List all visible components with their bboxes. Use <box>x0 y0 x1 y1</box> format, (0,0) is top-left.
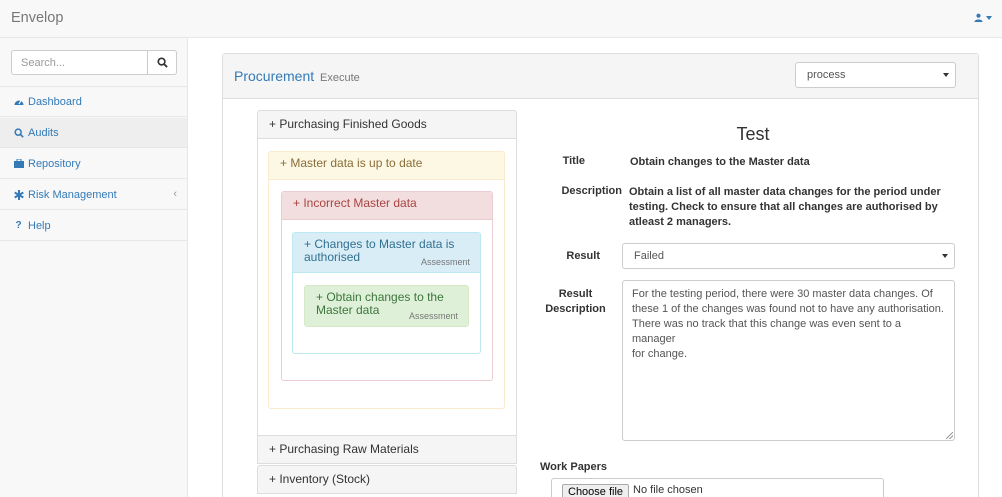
result-select[interactable]: Failed <box>622 243 955 269</box>
result-description-line: For the testing period, there were 30 ma… <box>632 288 933 300</box>
work-papers-label: Work Papers <box>540 461 608 473</box>
detail-heading: Test <box>736 124 770 144</box>
chevron-left-icon: ‹ <box>173 188 177 200</box>
section-label: + Inventory (Stock) <box>269 472 371 486</box>
search-icon <box>13 127 24 138</box>
top-navbar: Envelop <box>0 0 1002 38</box>
panel-title-text: Procurement <box>234 68 315 84</box>
question-icon: ? <box>15 220 22 231</box>
search-icon <box>156 57 168 68</box>
assessment-badge: Assessment <box>408 311 458 321</box>
section-purchasing-finished-goods[interactable]: + Purchasing Finished Goods <box>257 110 517 139</box>
result-description-line: for change. <box>632 348 688 360</box>
description-line: atleast 2 managers. <box>629 216 732 228</box>
tree-node-header[interactable]: + Master data is up to date <box>269 152 504 180</box>
description-line: testing. Check to ensure that all change… <box>629 201 938 213</box>
tree-node-header[interactable]: + Changes to Master data is authorised A… <box>293 233 480 273</box>
result-description-label-line1: Result <box>558 288 593 300</box>
result-description-line: these 1 of the changes was found not to … <box>632 303 944 315</box>
sidebar-search <box>11 50 177 75</box>
result-description-line: There was no track that this change was … <box>632 318 902 345</box>
title-value: Obtain changes to the Master data <box>630 156 810 168</box>
sidebar-item-audits[interactable]: Audits <box>0 118 187 148</box>
user-icon <box>974 13 983 22</box>
section-purchasing-raw-materials[interactable]: + Purchasing Raw Materials <box>257 435 517 464</box>
tree-node-obtain-changes: + Obtain changes to the Master data Asse… <box>304 285 469 327</box>
assessment-badge: Assessment <box>420 257 470 267</box>
section-label: + Purchasing Finished Goods <box>269 117 427 131</box>
sidebar-item-label: Dashboard <box>28 95 82 108</box>
chevron-down-icon <box>986 15 992 20</box>
description-label: Description <box>561 185 622 197</box>
sidebar-item-label: Risk Management <box>28 188 117 201</box>
tree-node-label: + Master data is up to date <box>280 156 423 170</box>
sidebar-item-label: Help <box>28 219 51 232</box>
tree-node-header[interactable]: + Obtain changes to the Master data Asse… <box>305 286 468 326</box>
resize-handle[interactable] <box>946 432 953 439</box>
mode-select-value: process <box>807 69 846 81</box>
search-button[interactable] <box>148 50 177 75</box>
chevron-down-icon <box>942 254 948 258</box>
mode-select[interactable]: process <box>795 62 956 88</box>
page-title: Procurement Execute <box>234 68 360 84</box>
result-description-label: Result Description <box>540 287 611 317</box>
result-description-label-line2: Description <box>545 303 606 315</box>
sidebar-item-help[interactable]: ? Help <box>0 211 187 241</box>
result-description-textarea[interactable]: For the testing period, there were 30 ma… <box>622 280 955 441</box>
sidebar-item-repository[interactable]: Repository <box>0 149 187 179</box>
chevron-down-icon <box>943 73 949 77</box>
sidebar-item-label: Repository <box>28 157 81 170</box>
title-label: Title <box>562 155 585 167</box>
tree-node-header[interactable]: + Incorrect Master data <box>282 192 492 220</box>
description-line: Obtain a list of all master data changes… <box>629 186 941 198</box>
choose-file-button[interactable]: Choose file <box>562 484 630 497</box>
sidebar-item-risk-management[interactable]: Risk Management ‹ <box>0 180 187 210</box>
sidebar-item-label: Audits <box>28 126 59 139</box>
dashboard-icon <box>13 96 24 107</box>
section-label: + Purchasing Raw Materials <box>269 442 419 456</box>
briefcase-icon <box>13 158 24 169</box>
panel-subtitle: Execute <box>320 72 360 84</box>
asterisk-icon <box>13 189 24 200</box>
panel-header: Procurement Execute process <box>223 54 978 99</box>
brand-logo-text[interactable]: Envelop <box>11 10 63 26</box>
file-status: No file chosen <box>633 484 703 496</box>
tree-node-label: + Incorrect Master data <box>293 196 417 210</box>
sidebar: Dashboard Audits Repository Risk Managem… <box>0 38 188 497</box>
description-value: Obtain a list of all master data changes… <box>629 185 959 230</box>
sidebar-item-dashboard[interactable]: Dashboard <box>0 87 187 117</box>
search-input[interactable] <box>11 50 148 75</box>
result-label: Result <box>566 250 600 262</box>
section-inventory-stock[interactable]: + Inventory (Stock) <box>257 465 517 494</box>
work-papers-file-input: Choose file No file chosen <box>551 478 884 497</box>
result-select-value: Failed <box>634 250 664 262</box>
user-menu[interactable] <box>974 13 992 22</box>
